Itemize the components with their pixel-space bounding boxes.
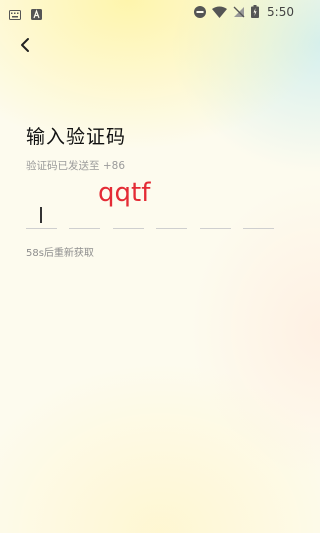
wifi-icon	[212, 3, 228, 22]
do-not-disturb-icon	[194, 3, 207, 22]
code-digit-4[interactable]	[156, 198, 188, 229]
code-digit-5[interactable]	[199, 198, 231, 229]
code-digit-1[interactable]	[26, 198, 57, 229]
code-digit-6[interactable]	[242, 198, 274, 229]
status-bar: 5:50	[0, 0, 300, 24]
text-caret	[40, 207, 42, 223]
keyboard-icon	[9, 5, 21, 24]
code-digit-3[interactable]	[112, 198, 144, 229]
chevron-left-icon	[21, 38, 29, 52]
resend-countdown: 58s后重新获取	[26, 248, 94, 259]
clock: 5:50	[267, 5, 294, 19]
battery-charging-icon	[251, 3, 260, 22]
a-notification-icon	[31, 5, 42, 24]
verification-code-input[interactable]	[26, 198, 274, 230]
no-sim-icon	[233, 3, 245, 22]
code-digit-2[interactable]	[69, 198, 101, 229]
back-button[interactable]	[12, 32, 38, 58]
sent-to-phone-text: 验证码已发送至 +86	[26, 160, 125, 172]
page-title: 输入验证码	[26, 126, 127, 148]
